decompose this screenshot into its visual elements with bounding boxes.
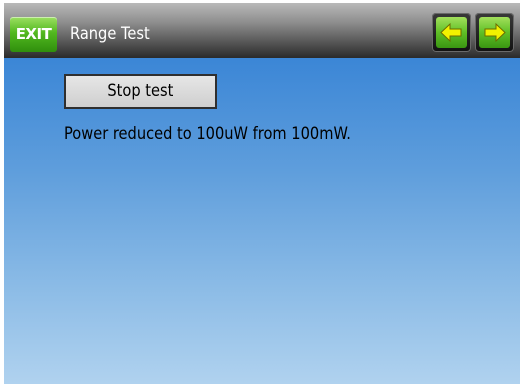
- forward-button[interactable]: [475, 13, 514, 52]
- back-button[interactable]: [432, 13, 471, 52]
- page-title: Range Test: [70, 24, 150, 44]
- status-message: Power reduced to 100uW from 100mW.: [64, 124, 351, 144]
- device-screen: EXIT Range Test Stop test Power reduced …: [4, 3, 520, 384]
- back-button-face: [436, 17, 467, 48]
- exit-button[interactable]: EXIT: [10, 17, 57, 52]
- content-area: Stop test Power reduced to 100uW from 10…: [4, 58, 520, 384]
- forward-button-face: [479, 17, 510, 48]
- stop-test-button-label: Stop test: [107, 81, 174, 101]
- title-bar: EXIT Range Test: [4, 3, 520, 58]
- arrow-left-icon: [440, 22, 462, 43]
- stop-test-button[interactable]: Stop test: [64, 74, 217, 109]
- arrow-right-icon: [484, 22, 506, 43]
